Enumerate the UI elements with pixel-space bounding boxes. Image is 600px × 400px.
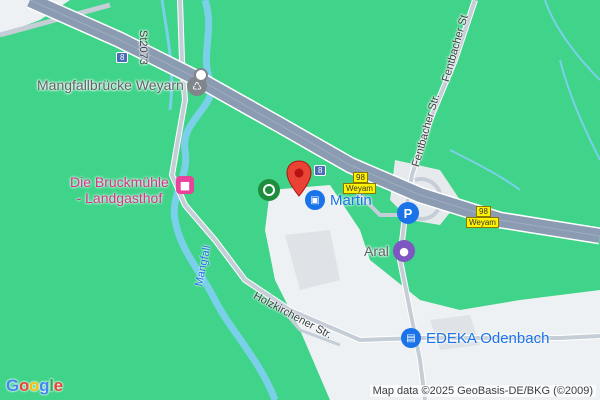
google-logo[interactable]: Google xyxy=(6,376,63,396)
exit-shield-weyarn-east: Weyam xyxy=(466,217,499,228)
poi-label-martin[interactable]: Martin xyxy=(330,192,372,209)
gas-station-icon[interactable]: ● xyxy=(393,240,415,262)
route-shield-98-west: 98 xyxy=(353,172,368,183)
green-place-icon-inner xyxy=(263,184,275,196)
poi-label-inn[interactable]: Die Bruckmühle - Landgasthof xyxy=(70,174,169,206)
autobahn-shield-a8-west: 8 xyxy=(116,52,129,63)
poi-label-inn-line2: - Landgasthof xyxy=(76,190,163,206)
poi-label-bridge[interactable]: Mangfallbrücke Weyarn xyxy=(37,77,184,93)
route-shield-98-east: 98 xyxy=(476,206,491,217)
shopping-bag-icon[interactable]: ▣ xyxy=(305,190,325,210)
logo-letter-e: e xyxy=(53,376,63,395)
logo-letter-g: G xyxy=(6,376,19,395)
bridge-pin-dot xyxy=(194,68,208,82)
bed-icon[interactable]: ■ xyxy=(176,176,194,194)
road-label-st2073: St2073 xyxy=(137,30,149,65)
map-attribution: Map data ©2025 GeoBasis-DE/BKG (©2009) xyxy=(369,385,596,397)
autobahn-shield-a8-east: 8 xyxy=(314,165,327,176)
poi-label-edeka[interactable]: EDEKA Odenbach xyxy=(426,330,549,347)
parking-icon[interactable]: P xyxy=(397,202,419,224)
poi-label-aral[interactable]: Aral xyxy=(364,243,389,259)
map-canvas[interactable]: St2073 Fentbacher Str. Fentbacher St Hol… xyxy=(0,0,600,400)
logo-letter-g2: g xyxy=(39,376,50,395)
logo-letter-o1: o xyxy=(18,376,30,395)
shopping-cart-icon[interactable]: ▤ xyxy=(401,328,421,348)
poi-label-inn-line1: Die Bruckmühle xyxy=(70,174,169,190)
green-place-icon[interactable] xyxy=(258,179,280,201)
logo-letter-o2: o xyxy=(29,376,40,395)
